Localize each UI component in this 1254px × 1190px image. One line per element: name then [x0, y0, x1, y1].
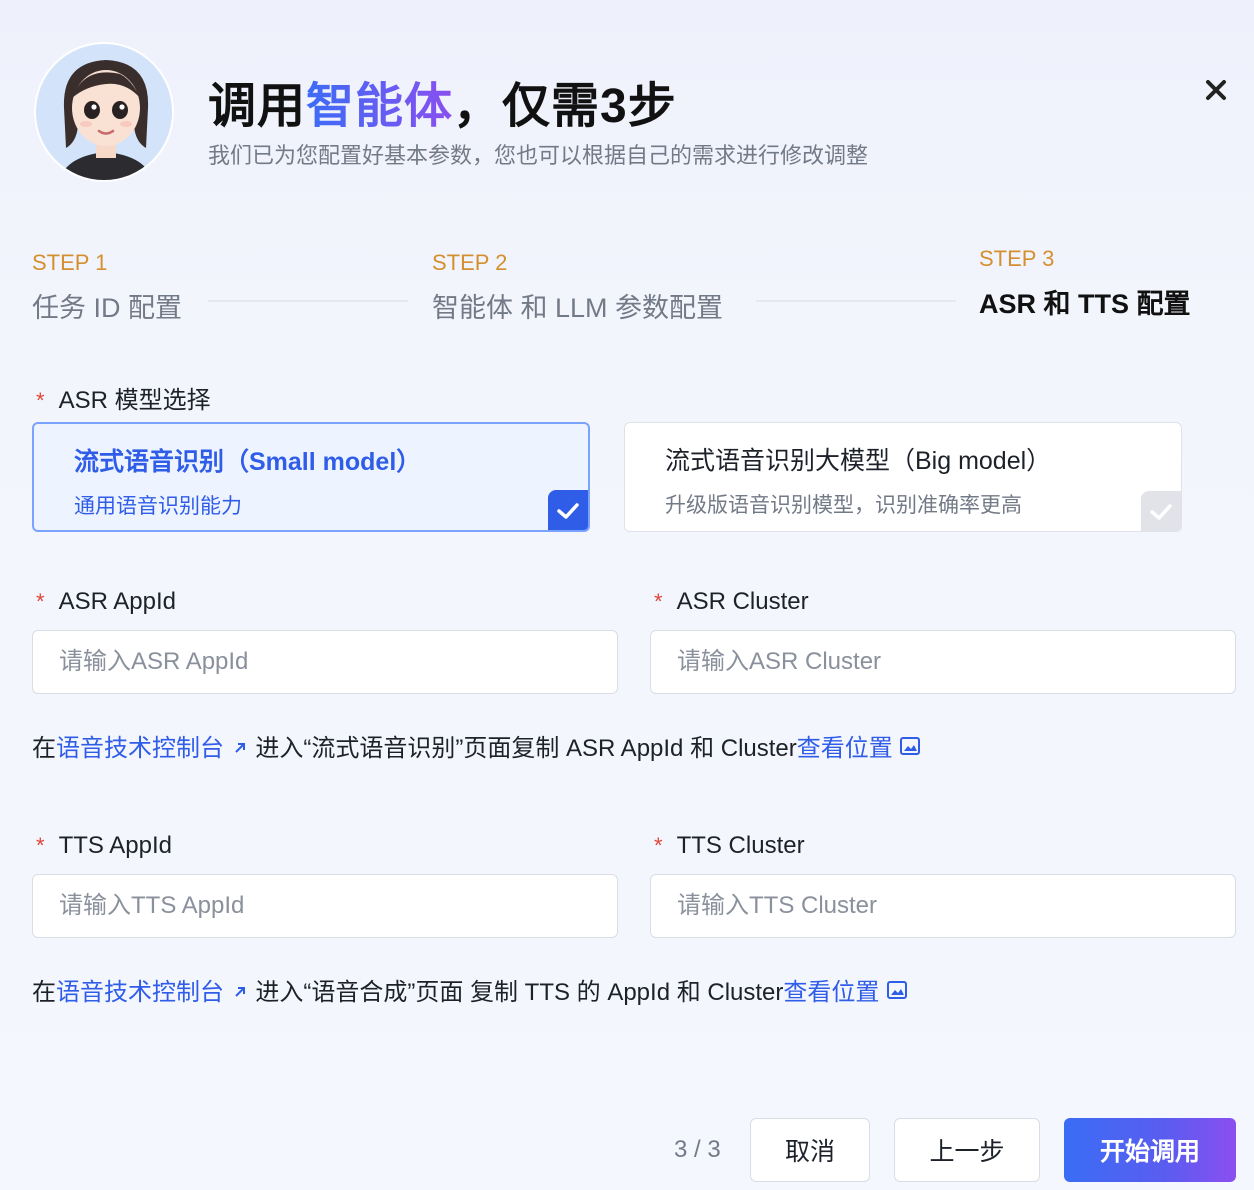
option-title: 流式语音识别大模型（Big model）: [665, 447, 1052, 475]
image-icon[interactable]: [886, 979, 908, 1008]
step-connector: [756, 300, 956, 302]
image-icon[interactable]: [899, 735, 921, 764]
step-2-number: STEP 2: [432, 250, 508, 275]
asr-hint: 在语音技术控制台 进入“流式语音识别”页面复制 ASR AppId 和 Clus…: [32, 728, 921, 764]
asr-option-small-model[interactable]: 流式语音识别（Small model） 通用语音识别能力: [32, 422, 590, 532]
required-mark: *: [36, 589, 45, 614]
avatar: [34, 42, 174, 182]
asr-appid-input[interactable]: [32, 630, 618, 694]
external-link-icon: [231, 736, 249, 764]
option-title: 流式语音识别（Small model）: [74, 448, 422, 476]
asr-cluster-label: * ASR Cluster: [654, 588, 809, 615]
speech-console-link[interactable]: 语音技术控制台: [56, 979, 224, 1006]
tts-appid-input[interactable]: [32, 874, 618, 938]
step-3-label: ASR 和 TTS 配置: [979, 289, 1191, 319]
option-desc: 升级版语音识别模型，识别准确率更高: [665, 494, 1022, 517]
external-link-icon: [231, 980, 249, 1008]
step-2: STEP 2 智能体 和 LLM 参数配置: [432, 250, 723, 325]
page-title: 调用智能体，仅需3步: [208, 80, 677, 133]
tts-hint: 在语音技术控制台 进入“语音合成”页面 复制 TTS 的 AppId 和 Clu…: [32, 972, 908, 1008]
step-3-number: STEP 3: [979, 246, 1055, 271]
step-3: STEP 3 ASR 和 TTS 配置: [979, 246, 1191, 321]
previous-step-button[interactable]: 上一步: [894, 1118, 1040, 1182]
required-mark: *: [654, 833, 663, 858]
page-indicator: 3 / 3: [674, 1136, 721, 1163]
speech-console-link[interactable]: 语音技术控制台: [56, 735, 224, 762]
asr-option-big-model[interactable]: 流式语音识别大模型（Big model） 升级版语音识别模型，识别准确率更高: [624, 422, 1182, 532]
tts-appid-label: * TTS AppId: [36, 832, 172, 859]
asr-cluster-input[interactable]: [650, 630, 1236, 694]
required-mark: *: [36, 388, 45, 413]
close-icon[interactable]: [1198, 72, 1234, 108]
required-mark: *: [36, 833, 45, 858]
step-1-number: STEP 1: [32, 250, 108, 275]
option-desc: 通用语音识别能力: [74, 495, 242, 518]
asr-model-label: * ASR 模型选择: [36, 387, 211, 414]
tts-cluster-input[interactable]: [650, 874, 1236, 938]
step-2-label: 智能体 和 LLM 参数配置: [432, 293, 724, 323]
step-1: STEP 1 任务 ID 配置: [32, 250, 182, 325]
tts-cluster-label: * TTS Cluster: [654, 832, 805, 859]
view-location-link[interactable]: 查看位置: [783, 979, 879, 1006]
step-1-label: 任务 ID 配置: [32, 293, 183, 323]
step-connector: [208, 300, 408, 302]
cancel-button[interactable]: 取消: [750, 1118, 870, 1182]
check-icon: [548, 490, 588, 530]
required-mark: *: [654, 589, 663, 614]
start-call-button[interactable]: 开始调用: [1064, 1118, 1236, 1182]
asr-appid-label: * ASR AppId: [36, 588, 176, 615]
check-icon: [1141, 491, 1181, 531]
page-subtitle: 我们已为您配置好基本参数，您也可以根据自己的需求进行修改调整: [208, 143, 869, 168]
view-location-link[interactable]: 查看位置: [797, 735, 893, 762]
